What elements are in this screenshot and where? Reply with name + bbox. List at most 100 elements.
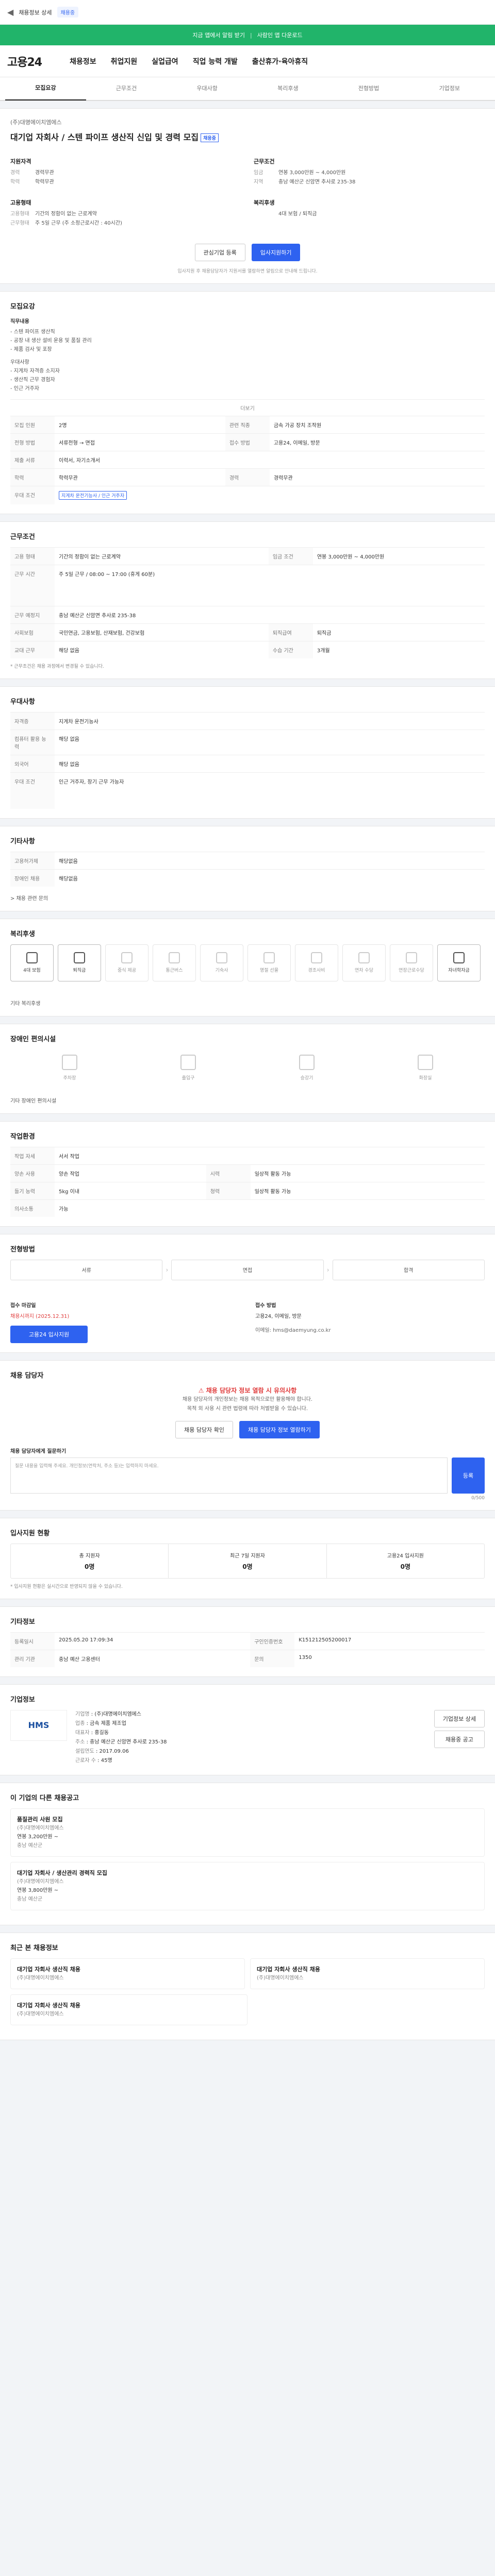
list-item[interactable]: 대기업 자회사 / 생산관리 경력직 모집 (주)대명에이치엠에스 연봉 3,8… [10, 1861, 485, 1910]
site-logo[interactable]: 고용24 [7, 53, 42, 70]
app-banner[interactable]: 지금 앱에서 알림 받기 | 사람인 앱 다운로드 [0, 25, 495, 45]
benefit-label: 명절 선물 [260, 968, 278, 973]
summary-heading: 근무조건 [254, 158, 275, 165]
summary-value: 연봉 3,000만원 ~ 4,000만원 [278, 170, 346, 176]
table-value: 일상적 활동 가능 [250, 1164, 485, 1182]
benefit-note: 기타 복리후생 [10, 1001, 41, 1007]
benefit-label: 경조사비 [308, 968, 325, 973]
summary-right: 근무조건 임금 연봉 3,000만원 ~ 4,000만원 지역 충남 예산군 신암면… [254, 157, 485, 228]
job-item-title: 품질관리 사원 모집 [17, 1816, 63, 1823]
work-section: 근무조건 고용 형태 기간의 정함이 없는 근로계약 임금 조건 연봉 3,000만원… [0, 521, 495, 679]
tab-work[interactable]: 근무조건 [86, 77, 167, 100]
section-title: 근무조건 [10, 533, 35, 541]
nav-item[interactable]: 직업 능력 개발 [193, 56, 238, 66]
list-item[interactable]: 대기업 자회사 생산직 채용 (주)대명에이치엠에스 [10, 1958, 245, 1989]
section-title: 채용 담당자 [10, 1371, 44, 1380]
status-label: 총 지원자 [79, 1553, 100, 1559]
table-key: 의사소통 [10, 1199, 55, 1217]
job-item-title: 대기업 자회사 / 생산관리 경력직 모집 [17, 1869, 107, 1876]
job-item-location: 충남 예산군 [17, 1842, 43, 1849]
deadline-value: 채용시까지 (2025.12.31) [10, 1313, 70, 1319]
company-name[interactable]: (주)대명에이치엠에스 [10, 118, 485, 126]
apply-button[interactable]: 입사지원하기 [251, 244, 301, 261]
table-value: 서류전형 → 면접 [55, 433, 225, 451]
save-company-button[interactable]: 관심기업 등록 [194, 244, 245, 261]
view-contact-button[interactable]: 채용 담당자 정보 열람하기 [239, 1420, 320, 1438]
selection-section: 전형방법 서류 › 면접 › 합격 접수 마감일 채용시까지 (2025.12.… [0, 1233, 495, 1353]
warning-icon: ⚠ [198, 1386, 206, 1394]
nav-item[interactable]: 실업급여 [152, 56, 178, 66]
table-key: 양손 사용 [10, 1164, 55, 1182]
company-jobs-button[interactable]: 채용중 공고 [434, 1730, 485, 1748]
table-key: 근무 시간 [10, 565, 55, 606]
list-item[interactable]: 대기업 자회사 생산직 채용 (주)대명에이치엠에스 [10, 1994, 248, 2025]
company-row: 주소 : 충남 예산군 신암면 추사로 235-38 [75, 1739, 167, 1745]
table-key: 고용 형태 [10, 547, 55, 565]
table-key: 제출 서류 [10, 451, 55, 469]
table-key: 우대 조건 [10, 772, 55, 809]
table-value: 1350 [294, 1649, 485, 1667]
table-value: 기간의 정함이 없는 근로계약 [55, 547, 269, 565]
job-line: - 지게차 자격증 소지자 [10, 368, 60, 374]
table-row: 작업 자세 서서 작업 [10, 1146, 485, 1164]
table-row: 관리 기관 충남 예산 고용센터 문의 1350 [10, 1649, 485, 1667]
inquiry-link[interactable]: > 채용 관련 문의 [10, 894, 485, 902]
table-value: 이력서, 자기소개서 [55, 451, 485, 469]
table-row: 들기 능력 5kg 이내 청력 일상적 활동 가능 [10, 1181, 485, 1199]
list-item[interactable]: 대기업 자회사 생산직 채용 (주)대명에이치엠에스 [250, 1958, 485, 1989]
work-table: 고용 형태 기간의 정함이 없는 근로계약 임금 조건 연봉 3,000만원 ~ 4,… [10, 547, 485, 658]
apply-button[interactable]: 고용24 입사지원 [10, 1325, 88, 1343]
table-value: 학력무관 [55, 468, 225, 486]
table-value: 충남 예산군 신암면 추사로 235-38 [55, 606, 485, 624]
more-button[interactable]: 더보기 [10, 399, 485, 416]
nav-item[interactable]: 출산휴가·육아휴직 [252, 56, 308, 66]
table-row: 자격증 지게차 운전기능사 [10, 712, 485, 730]
back-icon[interactable]: ◀ [7, 7, 13, 17]
tab-company[interactable]: 기업정보 [409, 77, 490, 100]
summary-key: 고용형태 [10, 211, 29, 217]
nav-item[interactable]: 취업지원 [111, 56, 138, 66]
benefit-label: 기숙사 [215, 968, 228, 973]
benefit-item: 명절 선물 [248, 944, 291, 981]
submit-button[interactable]: 등록 [452, 1457, 485, 1494]
section-title: 기타정보 [10, 1618, 35, 1626]
tab-recruit[interactable]: 모집요강 [5, 77, 86, 100]
house-icon [216, 952, 227, 963]
section-title: 작업환경 [10, 1132, 35, 1141]
benefit-item: 연차 수당 [342, 944, 386, 981]
work-note: * 근무조건은 채용 과정에서 변경될 수 있습니다. [10, 664, 104, 669]
benefit-item: 중식 제공 [105, 944, 148, 981]
table-key: 퇴직급여 [268, 623, 313, 641]
tab-benefits[interactable]: 복리후생 [248, 77, 328, 100]
facility-item: 출입구 [180, 1054, 196, 1081]
summary-grid: 지원자격 경력 경력무관 학력 학력무관 고용형태 고용형태 기간의 정함이 없는 근… [10, 157, 485, 228]
method-block: 접수 방법 고용24, 이메일, 방문 이메일: hms@daemyung.co… [255, 1301, 485, 1343]
table-value: 연봉 3,000만원 ~ 4,000만원 [312, 547, 485, 565]
char-counter: 0/500 [471, 1495, 485, 1501]
nav-item[interactable]: 채용정보 [70, 56, 96, 66]
list-item[interactable]: 품질관리 사원 모집 (주)대명에이치엠에스 연봉 3,200만원 ~ 충남 예… [10, 1808, 485, 1857]
summary-row: 임금 연봉 3,000만원 ~ 4,000만원 [254, 168, 485, 178]
section-title: 이 기업의 다른 채용공고 [10, 1794, 79, 1802]
summary-key: 임금 [254, 170, 263, 176]
top-bar: ◀ 채용정보 상세 채용중 [0, 0, 495, 25]
company-detail-button[interactable]: 기업정보 상세 [434, 1709, 485, 1727]
table-value: 5kg 이내 [55, 1181, 206, 1199]
table-key: 임금 조건 [268, 547, 313, 565]
table-key: 외국어 [10, 755, 55, 773]
banner-left: 지금 앱에서 알림 받기 [192, 32, 245, 39]
recent-company: (주)대명에이치엠에스 [17, 2011, 64, 2017]
check-contact-button[interactable]: 채용 담당자 확인 [175, 1420, 234, 1438]
table-key: 관리 기관 [10, 1649, 55, 1667]
job-description: - 스텐 파이프 생산직 - 공장 내 생산 설비 운용 및 품질 관리 - 제… [10, 328, 485, 393]
status-count: 0명 [242, 1563, 253, 1570]
gift-icon [263, 952, 275, 963]
warning-text: 채용 담당자 정보 열람 시 유의사항 [206, 1386, 297, 1394]
recent-title: 대기업 자회사 생산직 채용 [257, 1965, 320, 1973]
tab-selection[interactable]: 전형방법 [328, 77, 409, 100]
question-textarea[interactable]: 질문 내용을 입력해 주세요. 개인정보(연락처, 주소 등)는 입력하지 마세… [10, 1457, 448, 1494]
benefit-label: 퇴직금 [73, 968, 86, 973]
summary-row: 학력 학력무관 [10, 178, 241, 187]
summary-key: 지역 [254, 179, 263, 185]
tab-prefer[interactable]: 우대사항 [167, 77, 248, 100]
